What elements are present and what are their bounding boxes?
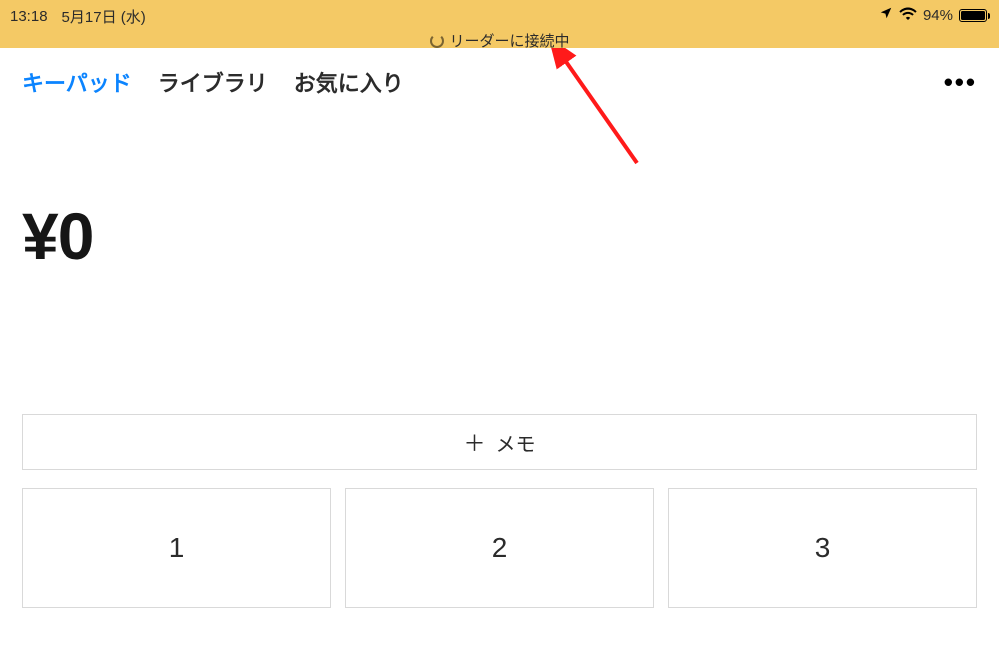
tab-library[interactable]: ライブラリ: [158, 66, 268, 98]
status-date: 5月17日 (水): [62, 6, 146, 27]
location-icon: [879, 6, 893, 24]
amount-display: ¥0: [0, 98, 999, 274]
spinner-icon: [429, 34, 443, 48]
status-bar-right: 94%: [879, 6, 999, 24]
tabs-row: キーパッド ライブラリ お気に入り •••: [0, 48, 999, 98]
keypad-1[interactable]: 1: [22, 488, 331, 608]
reader-connecting-text: リーダーに接続中: [449, 30, 569, 51]
tab-favorites[interactable]: お気に入り: [294, 66, 404, 98]
memo-button[interactable]: ＋ メモ: [22, 414, 977, 470]
keypad-3[interactable]: 3: [668, 488, 977, 608]
more-button[interactable]: •••: [944, 67, 977, 98]
tab-keypad[interactable]: キーパッド: [22, 66, 132, 98]
battery-icon: [959, 9, 987, 22]
memo-label: メモ: [496, 428, 536, 457]
status-bar: 13:18 5月17日 (水) リーダーに接続中 94%: [0, 0, 999, 48]
keypad-2[interactable]: 2: [345, 488, 654, 608]
reader-connecting-banner: リーダーに接続中: [429, 30, 569, 51]
battery-percentage: 94%: [923, 7, 953, 24]
wifi-icon: [899, 7, 917, 24]
status-bar-left: 13:18 5月17日 (水): [0, 6, 146, 27]
plus-icon: ＋: [463, 426, 485, 458]
keypad: 1 2 3: [0, 470, 999, 608]
status-time: 13:18: [10, 8, 48, 25]
